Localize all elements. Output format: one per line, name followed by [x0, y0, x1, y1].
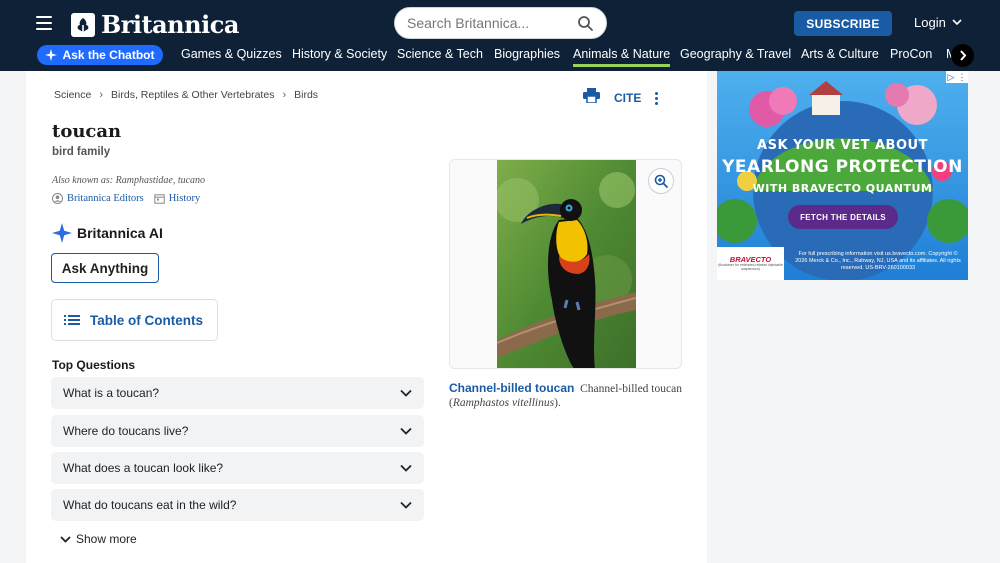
search-input[interactable]	[407, 15, 567, 31]
nav-geography-travel[interactable]: Geography & Travel	[680, 47, 791, 61]
page-title: toucan	[52, 121, 122, 142]
nav-animals-nature[interactable]: Animals & Nature	[573, 47, 671, 67]
more-options-icon[interactable]	[655, 91, 659, 105]
faq-question: What is a toucan?	[63, 386, 160, 400]
zoom-in-button[interactable]	[648, 168, 674, 194]
toc-label: Table of Contents	[90, 312, 203, 328]
also-known-as: Also known as: Ramphastidae, tucano	[52, 175, 206, 186]
ad-fetch-details-button[interactable]: FETCH THE DETAILS	[788, 205, 898, 229]
ad-fine-print: For full prescribing information visit u…	[795, 251, 961, 272]
breadcrumb-vertebrates[interactable]: Birds, Reptiles & Other Vertebrates	[111, 89, 274, 101]
nav-arts-culture[interactable]: Arts & Culture	[801, 47, 879, 61]
login-label: Login	[914, 15, 946, 30]
article-meta: Britannica Editors History	[52, 193, 200, 204]
article-tools: CITE	[583, 88, 659, 108]
image-caption: Channel-billed toucan Channel-billed tou…	[449, 381, 682, 410]
caption-end: ).	[554, 397, 561, 410]
cite-button[interactable]: CITE	[614, 91, 641, 105]
nav-science-tech[interactable]: Science & Tech	[397, 47, 483, 61]
faq-question: Where do toucans live?	[63, 424, 189, 438]
subscribe-button[interactable]: SUBSCRIBE	[794, 11, 892, 36]
top-bar: Britannica SUBSCRIBE Login	[0, 0, 1000, 45]
ad-logo-sub: (fluralaner for extended-release injecta…	[718, 263, 783, 271]
menu-icon[interactable]	[36, 16, 52, 30]
top-questions-heading: Top Questions	[52, 358, 136, 372]
category-nav: Ask the Chatbot Games & Quizzes History …	[0, 44, 1000, 71]
chevron-down-icon	[400, 389, 412, 397]
show-more-label: Show more	[76, 532, 137, 546]
ad-brand-logo: BRAVECTO (fluralaner for extended-releas…	[717, 247, 784, 280]
article-main: Science › Birds, Reptiles & Other Verteb…	[26, 71, 707, 563]
article-image-figure[interactable]	[449, 159, 682, 369]
adchoices-icon[interactable]: ▷ ⋮	[946, 71, 968, 83]
faq-question: What do toucans eat in the wild?	[63, 498, 237, 512]
faq-item[interactable]: What do toucans eat in the wild?	[51, 489, 424, 521]
chevron-down-icon	[952, 19, 962, 26]
faq-item[interactable]: What does a toucan look like?	[51, 452, 424, 484]
table-of-contents-button[interactable]: Table of Contents	[51, 299, 218, 341]
chevron-down-icon	[60, 535, 71, 543]
user-icon	[52, 193, 63, 204]
chevron-right-icon	[959, 50, 966, 61]
breadcrumb-separator: ›	[282, 89, 287, 101]
chevron-down-icon	[400, 427, 412, 435]
toucan-photo	[497, 160, 636, 368]
breadcrumb-separator: ›	[99, 89, 104, 101]
ai-heading-label: Britannica AI	[77, 225, 163, 241]
nav-history-society[interactable]: History & Society	[292, 47, 387, 61]
page-subtitle: bird family	[52, 146, 111, 158]
nav-biographies[interactable]: Biographies	[494, 47, 560, 61]
nav-procon[interactable]: ProCon	[890, 47, 932, 61]
faq-item[interactable]: What is a toucan?	[51, 377, 424, 409]
calendar-icon	[154, 194, 165, 204]
ad-headline-1: ASK YOUR VET ABOUT	[757, 138, 928, 153]
show-more-button[interactable]: Show more	[60, 532, 137, 546]
login-button[interactable]: Login	[914, 15, 962, 30]
breadcrumb-science[interactable]: Science	[54, 89, 91, 101]
britannica-logo[interactable]: Britannica	[71, 10, 239, 39]
advertisement[interactable]: ▷ ⋮ ASK YOUR VET ABOUT YEARLONG PROTECTIO…	[717, 71, 968, 280]
caption-title[interactable]: Channel-billed toucan	[449, 381, 574, 395]
ad-headline-2: YEARLONG PROTECTION	[722, 157, 963, 177]
faq-item[interactable]: Where do toucans live?	[51, 415, 424, 447]
britannica-ai-heading: Britannica AI	[52, 223, 163, 243]
editors-link[interactable]: Britannica Editors	[52, 193, 144, 204]
chevron-down-icon	[400, 501, 412, 509]
ask-chatbot-button[interactable]: Ask the Chatbot	[37, 45, 163, 65]
chevron-down-icon	[400, 464, 412, 472]
breadcrumb-birds[interactable]: Birds	[294, 89, 318, 101]
ai-sparkle-icon	[52, 223, 72, 243]
nav-scroll-right-button[interactable]	[951, 44, 974, 67]
ad-headline-3: WITH BRAVECTO QUANTUM	[752, 182, 933, 195]
search-box[interactable]	[394, 7, 607, 39]
history-link[interactable]: History	[154, 193, 201, 204]
history-label: History	[168, 193, 201, 204]
sparkle-icon	[45, 49, 58, 61]
chatbot-label: Ask the Chatbot	[62, 48, 155, 62]
print-icon[interactable]	[583, 88, 600, 108]
caption-text: Channel-billed toucan	[580, 383, 682, 395]
faq-question: What does a toucan look like?	[63, 461, 224, 475]
thistle-icon	[71, 12, 95, 37]
ask-anything-button[interactable]: Ask Anything	[51, 253, 159, 283]
zoom-in-icon	[654, 174, 668, 188]
list-icon	[64, 315, 80, 325]
editors-label: Britannica Editors	[67, 193, 144, 204]
nav-games-quizzes[interactable]: Games & Quizzes	[181, 47, 282, 61]
caption-scientific-name: Ramphastos vitellinus	[452, 397, 555, 410]
logo-text: Britannica	[101, 10, 239, 39]
search-icon[interactable]	[577, 15, 594, 37]
breadcrumb: Science › Birds, Reptiles & Other Verteb…	[54, 89, 318, 101]
